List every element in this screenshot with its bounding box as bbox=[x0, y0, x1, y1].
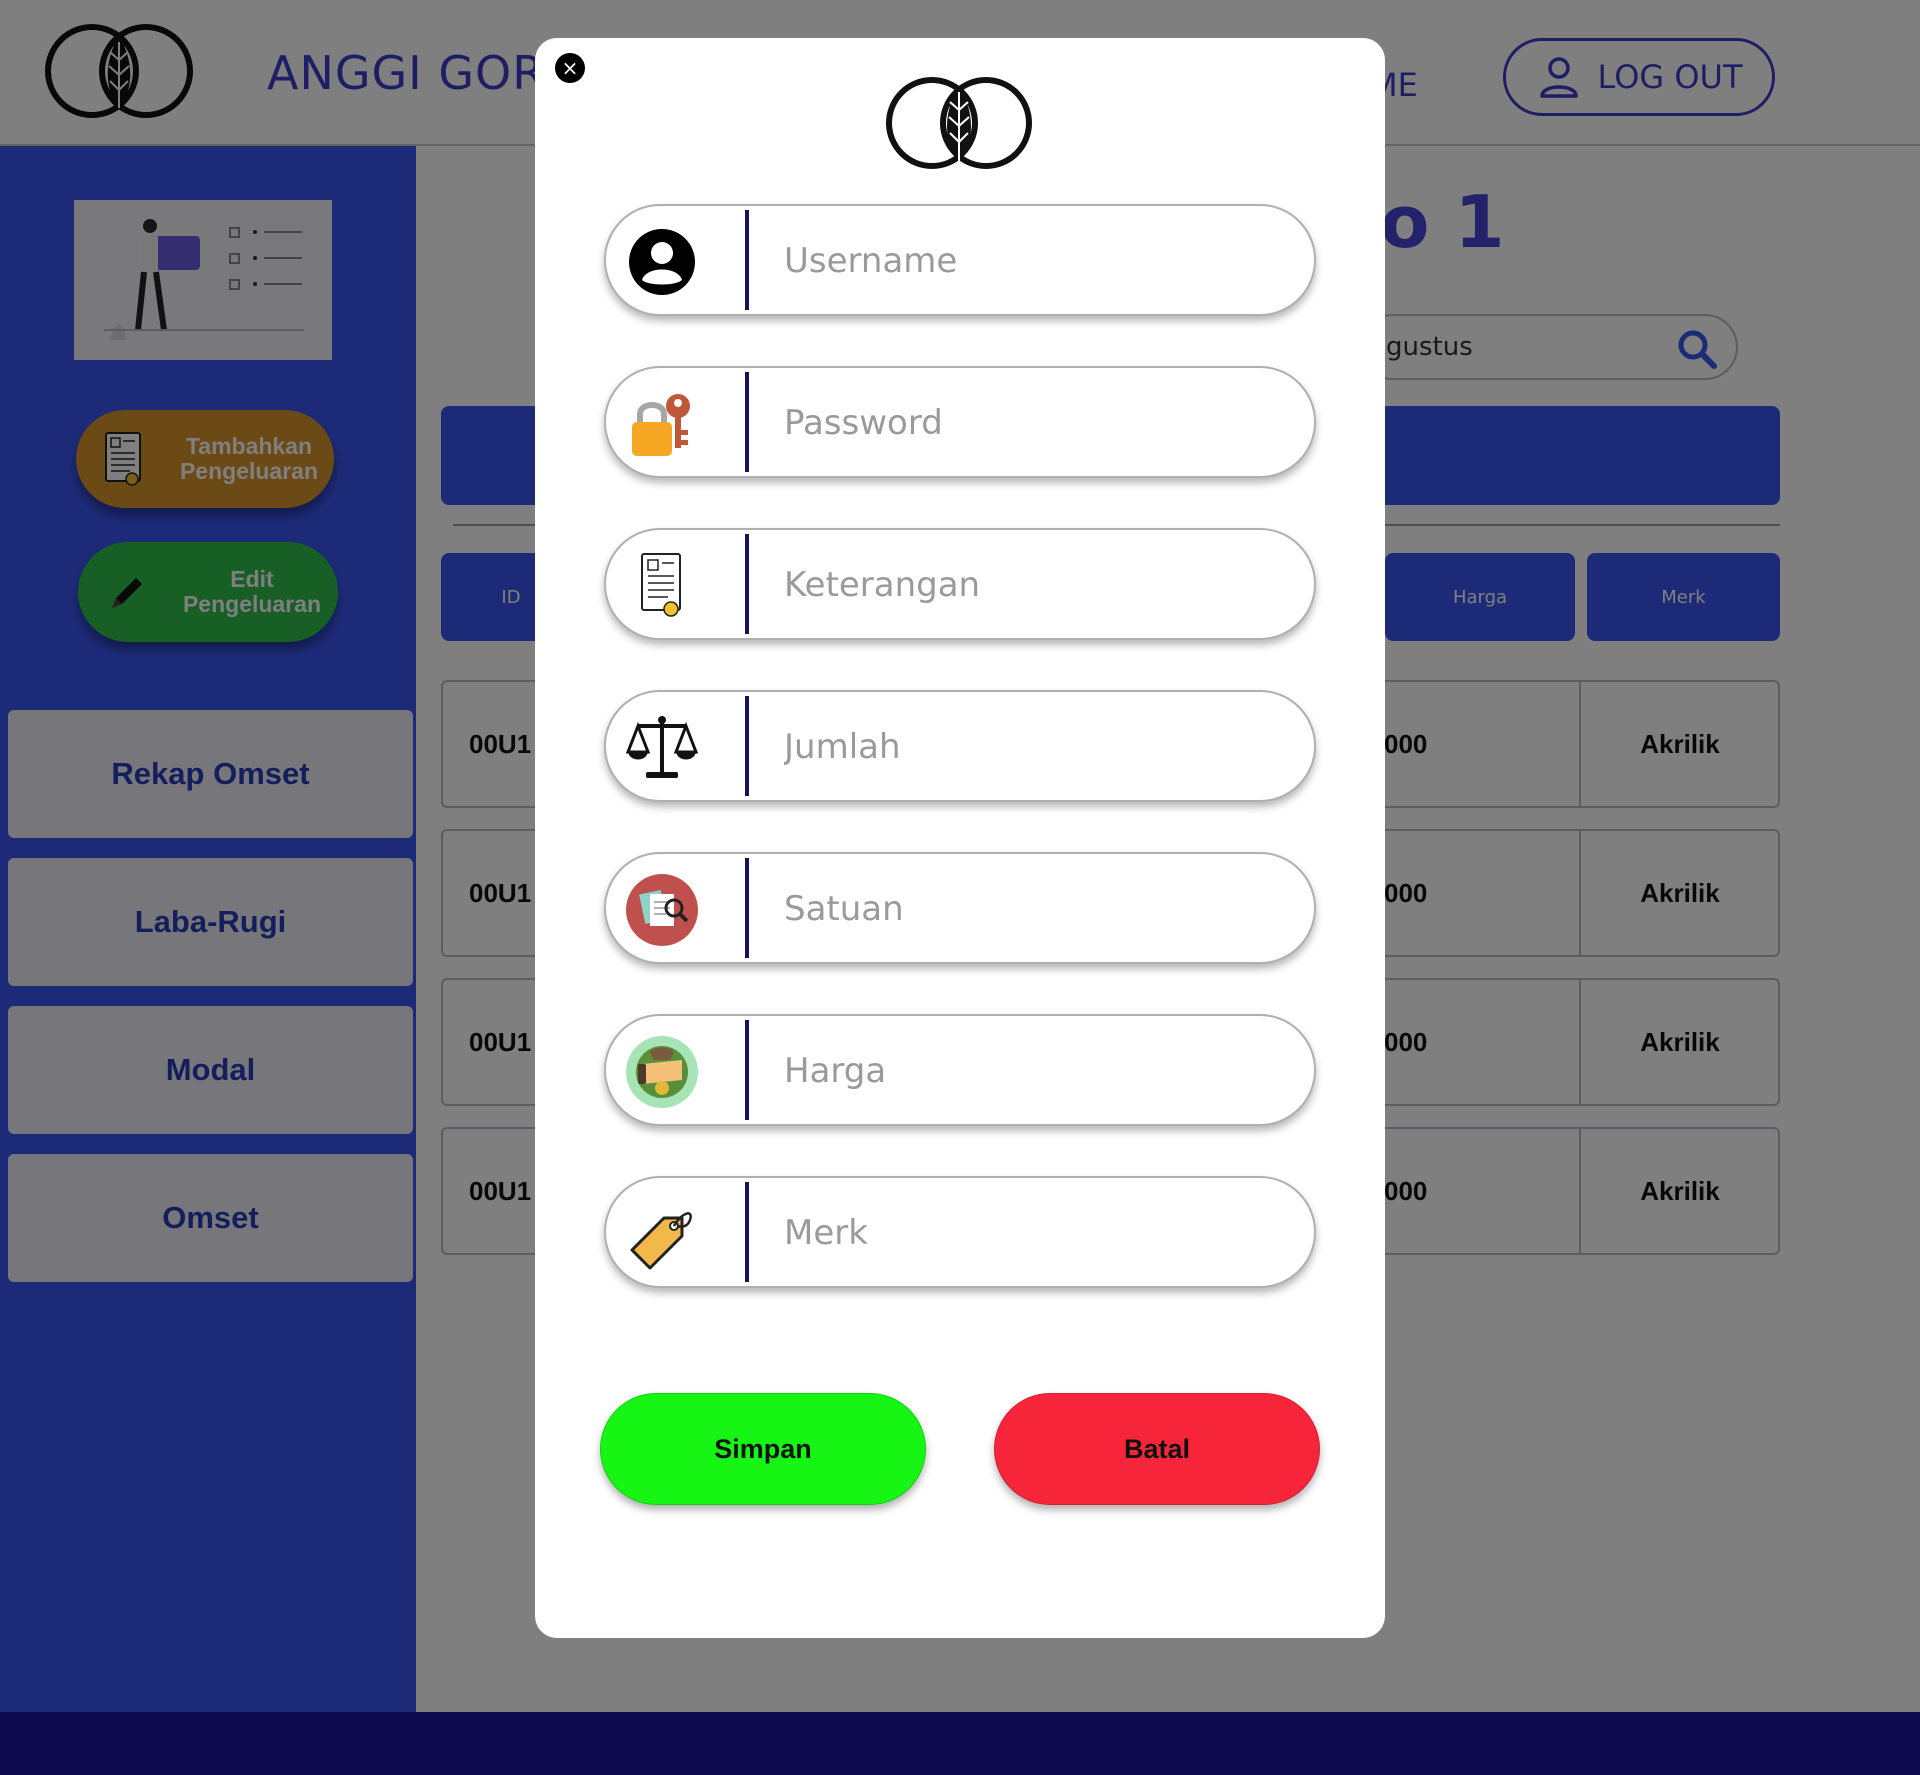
money-icon bbox=[626, 1036, 698, 1108]
jumlah-input[interactable] bbox=[784, 712, 1284, 782]
page-footer bbox=[0, 1712, 1920, 1775]
field-divider bbox=[745, 534, 749, 634]
password-input[interactable] bbox=[784, 388, 1284, 458]
username-input[interactable] bbox=[784, 226, 1284, 296]
jumlah-field bbox=[604, 690, 1316, 802]
field-divider bbox=[745, 858, 749, 958]
close-button[interactable]: × bbox=[555, 53, 585, 83]
keterangan-input[interactable] bbox=[784, 550, 1284, 620]
brand-logo-icon bbox=[886, 77, 1032, 169]
search-document-icon bbox=[626, 874, 698, 946]
field-divider bbox=[745, 696, 749, 796]
cancel-button[interactable]: Batal bbox=[994, 1393, 1320, 1505]
add-expense-modal: × Username Keterangan Jumlah Satuan Harg… bbox=[535, 38, 1385, 1638]
field-divider bbox=[745, 210, 749, 310]
merk-input[interactable] bbox=[784, 1198, 1284, 1268]
field-divider bbox=[745, 372, 749, 472]
keterangan-field bbox=[604, 528, 1316, 640]
save-button[interactable]: Simpan bbox=[600, 1393, 926, 1505]
merk-field bbox=[604, 1176, 1316, 1288]
scale-icon bbox=[625, 716, 699, 778]
harga-input[interactable] bbox=[784, 1036, 1284, 1106]
lock-key-icon bbox=[632, 394, 690, 456]
satuan-field bbox=[604, 852, 1316, 964]
tag-icon bbox=[630, 1212, 692, 1270]
field-divider bbox=[745, 1020, 749, 1120]
field-divider bbox=[745, 1182, 749, 1282]
harga-field bbox=[604, 1014, 1316, 1126]
user-icon bbox=[629, 229, 695, 295]
password-field bbox=[604, 366, 1316, 478]
username-field bbox=[604, 204, 1316, 316]
satuan-input[interactable] bbox=[784, 874, 1284, 944]
document-icon bbox=[641, 553, 681, 617]
